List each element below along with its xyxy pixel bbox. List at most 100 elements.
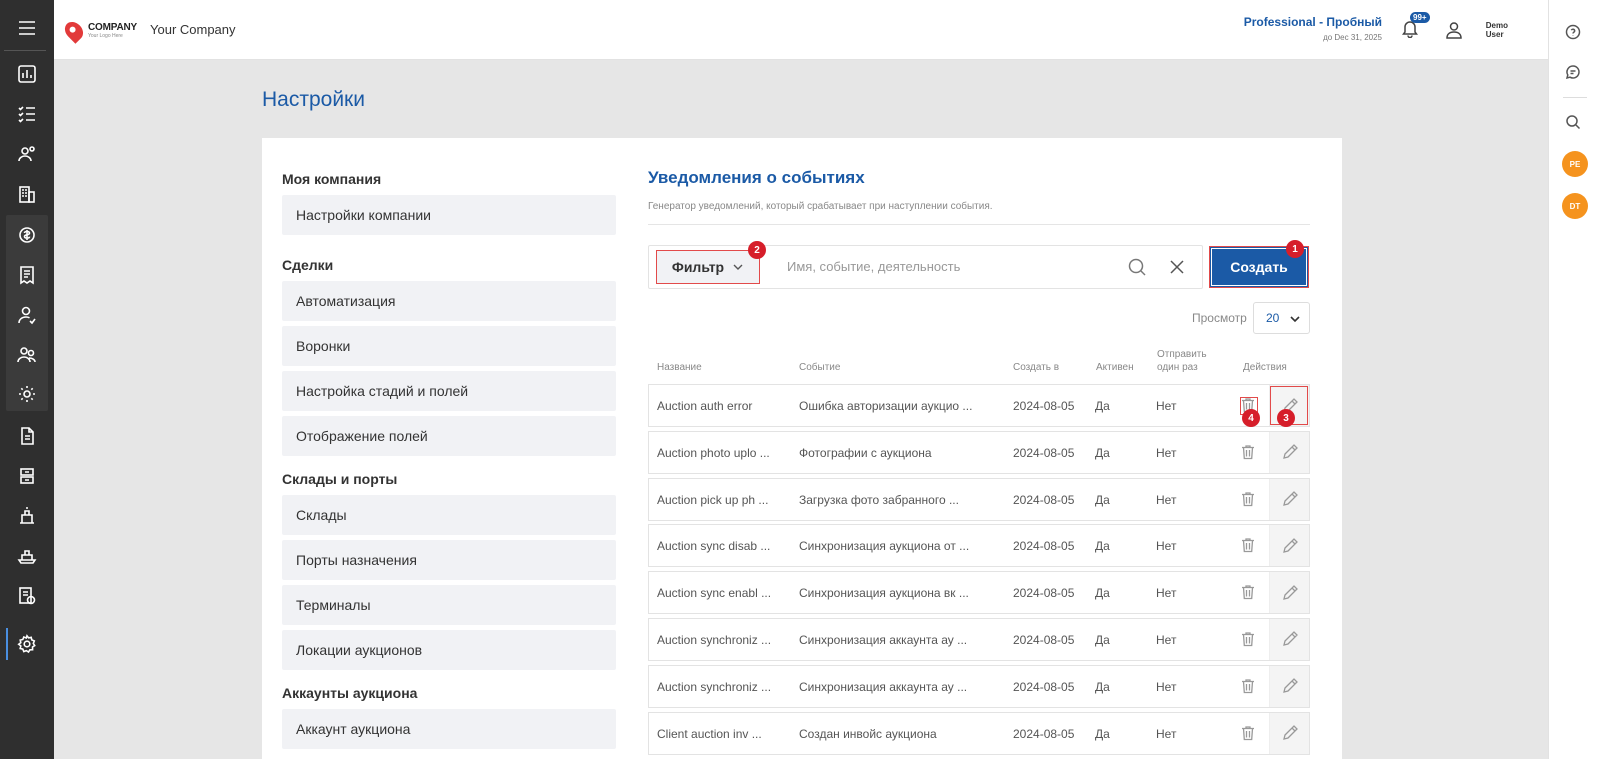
cell-created: 2024-08-05 bbox=[1013, 399, 1075, 413]
reports-icon[interactable] bbox=[13, 582, 41, 610]
cell-created: 2024-08-05 bbox=[1013, 679, 1075, 694]
delete-icon[interactable] bbox=[1239, 583, 1259, 603]
help-icon[interactable] bbox=[1565, 24, 1583, 42]
cell-name: Auction synchroniz ... bbox=[657, 632, 772, 647]
delete-icon[interactable] bbox=[1239, 490, 1259, 510]
nav-item-auction-locations[interactable]: Локации аукционов bbox=[282, 630, 616, 670]
nav-item-company-settings[interactable]: Настройки компании bbox=[282, 195, 616, 235]
cell-name: Auction pick up ph ... bbox=[657, 492, 769, 507]
chevron-down-icon bbox=[733, 264, 743, 270]
column-created[interactable]: Создать в bbox=[1013, 362, 1059, 375]
chevron-down-icon bbox=[1290, 316, 1300, 323]
page-title: Настройки bbox=[262, 88, 365, 111]
column-send-once[interactable]: Отправить один раз bbox=[1157, 349, 1207, 374]
dashboard-icon[interactable] bbox=[13, 60, 41, 88]
cell-event: Ошибка авторизации аукцио ... bbox=[799, 399, 973, 413]
user-settings-icon[interactable] bbox=[13, 301, 41, 329]
nav-item-warehouses[interactable]: Склады bbox=[282, 495, 616, 535]
nav-section-deals: Сделки bbox=[282, 257, 334, 273]
column-name[interactable]: Название bbox=[657, 362, 702, 375]
filter-button[interactable]: Фильтр bbox=[656, 250, 760, 284]
chat-icon[interactable] bbox=[1565, 64, 1583, 82]
delete-icon[interactable] bbox=[1239, 536, 1259, 556]
search-icon[interactable] bbox=[1565, 114, 1583, 132]
nav-item-ports[interactable]: Порты назначения bbox=[282, 540, 616, 580]
cell-send-once: Нет bbox=[1156, 445, 1177, 460]
documents-icon[interactable] bbox=[13, 422, 41, 450]
table-row[interactable]: Auction photo uplo ... Фотографии с аукци… bbox=[648, 430, 1310, 474]
section-divider bbox=[648, 224, 1310, 225]
subscription-plan[interactable]: Professional - Пробный до Dec 31, 2025 bbox=[1244, 15, 1382, 42]
team-icon[interactable] bbox=[13, 341, 41, 369]
search-input[interactable]: Имя, событие, деятельность bbox=[787, 259, 960, 274]
delete-icon[interactable] bbox=[1239, 724, 1259, 744]
companies-icon[interactable] bbox=[13, 180, 41, 208]
cell-active: Да bbox=[1095, 586, 1110, 601]
notifications-button[interactable]: 99+ bbox=[1400, 12, 1430, 42]
settings-card: Моя компания Настройки компании Сделки А… bbox=[262, 138, 1342, 759]
table-row[interactable]: Auction auth error Ошибка авторизации аук… bbox=[648, 384, 1310, 427]
contacts-icon[interactable] bbox=[13, 140, 41, 168]
table-row[interactable]: Client auction inv ... Создан инвойс аукц… bbox=[648, 711, 1310, 755]
edit-icon[interactable] bbox=[1269, 431, 1309, 473]
shipping-icon[interactable] bbox=[13, 542, 41, 570]
cell-event: Создан инвойс аукциона bbox=[799, 726, 937, 741]
cell-active: Да bbox=[1095, 726, 1110, 741]
edit-icon[interactable] bbox=[1269, 572, 1309, 614]
cell-send-once: Нет bbox=[1156, 586, 1177, 601]
company-logo[interactable]: COMPANY Your Logo Here bbox=[61, 17, 146, 45]
tasks-icon[interactable] bbox=[13, 100, 41, 128]
nav-item-auction-account[interactable]: Аккаунт аукциона bbox=[282, 709, 616, 749]
avatar-pe[interactable]: PE bbox=[1562, 151, 1588, 177]
table-row[interactable]: Auction synchroniz ... Синхронизация акка… bbox=[648, 617, 1310, 661]
user-avatar-icon[interactable] bbox=[1444, 20, 1464, 40]
delete-icon[interactable] bbox=[1239, 677, 1259, 697]
settings-icon[interactable] bbox=[13, 630, 41, 658]
terminal-icon[interactable] bbox=[13, 502, 41, 530]
nav-item-stages-fields[interactable]: Настройка стадий и полей bbox=[282, 371, 616, 411]
page-size-label: Просмотр bbox=[1192, 311, 1247, 325]
column-active[interactable]: Активен bbox=[1096, 362, 1134, 375]
nav-item-pipelines[interactable]: Воронки bbox=[282, 326, 616, 366]
clear-icon[interactable] bbox=[1169, 259, 1185, 280]
cell-name: Client auction inv ... bbox=[657, 726, 762, 741]
menu-icon[interactable] bbox=[13, 14, 41, 42]
nav-item-field-display[interactable]: Отображение полей bbox=[282, 416, 616, 456]
column-actions: Действия bbox=[1243, 362, 1287, 373]
cell-active: Да bbox=[1095, 539, 1110, 554]
nav-item-terminals[interactable]: Терминалы bbox=[282, 585, 616, 625]
cell-created: 2024-08-05 bbox=[1013, 445, 1075, 460]
table-row[interactable]: Auction synchroniz ... Синхронизация акка… bbox=[648, 664, 1310, 708]
search-icon[interactable] bbox=[1127, 257, 1147, 282]
cell-send-once: Нет bbox=[1156, 492, 1177, 507]
nav-section-my-company: Моя компания bbox=[282, 171, 382, 187]
table-header: Название Событие Создать в Активен Отпра… bbox=[648, 349, 1310, 383]
cell-name: Auction auth error bbox=[657, 399, 753, 413]
avatar-dt[interactable]: DT bbox=[1562, 193, 1588, 219]
warehouse-icon[interactable] bbox=[13, 462, 41, 490]
edit-icon[interactable] bbox=[1269, 525, 1309, 567]
user-name[interactable]: Demo User bbox=[1486, 21, 1508, 40]
invoices-icon[interactable] bbox=[13, 261, 41, 289]
edit-icon[interactable] bbox=[1269, 712, 1309, 754]
marker-4: 4 bbox=[1242, 409, 1260, 427]
cell-created: 2024-08-05 bbox=[1013, 632, 1075, 647]
table-row[interactable]: Auction sync disab ... Синхронизация аукц… bbox=[648, 524, 1310, 568]
column-event[interactable]: Событие bbox=[799, 362, 840, 375]
edit-icon[interactable] bbox=[1269, 665, 1309, 707]
right-utility-bar: PE DT bbox=[1548, 0, 1600, 759]
settings-users-icon[interactable] bbox=[13, 380, 41, 408]
page-size-select[interactable]: 20 bbox=[1253, 302, 1310, 334]
cell-created: 2024-08-05 bbox=[1013, 586, 1075, 601]
logo-tagline: Your Logo Here bbox=[88, 33, 123, 39]
finance-icon[interactable] bbox=[13, 221, 41, 249]
cell-active: Да bbox=[1095, 445, 1110, 460]
delete-icon[interactable] bbox=[1239, 443, 1259, 463]
edit-icon[interactable] bbox=[1269, 618, 1309, 660]
nav-item-automation[interactable]: Автоматизация bbox=[282, 281, 616, 321]
delete-icon[interactable] bbox=[1239, 630, 1259, 650]
table-row[interactable]: Auction pick up ph ... Загрузка фото забр… bbox=[648, 477, 1310, 521]
edit-icon[interactable] bbox=[1269, 478, 1309, 520]
table-row[interactable]: Auction sync enabl ... Синхронизация аукц… bbox=[648, 571, 1310, 615]
cell-active: Да bbox=[1095, 492, 1110, 507]
